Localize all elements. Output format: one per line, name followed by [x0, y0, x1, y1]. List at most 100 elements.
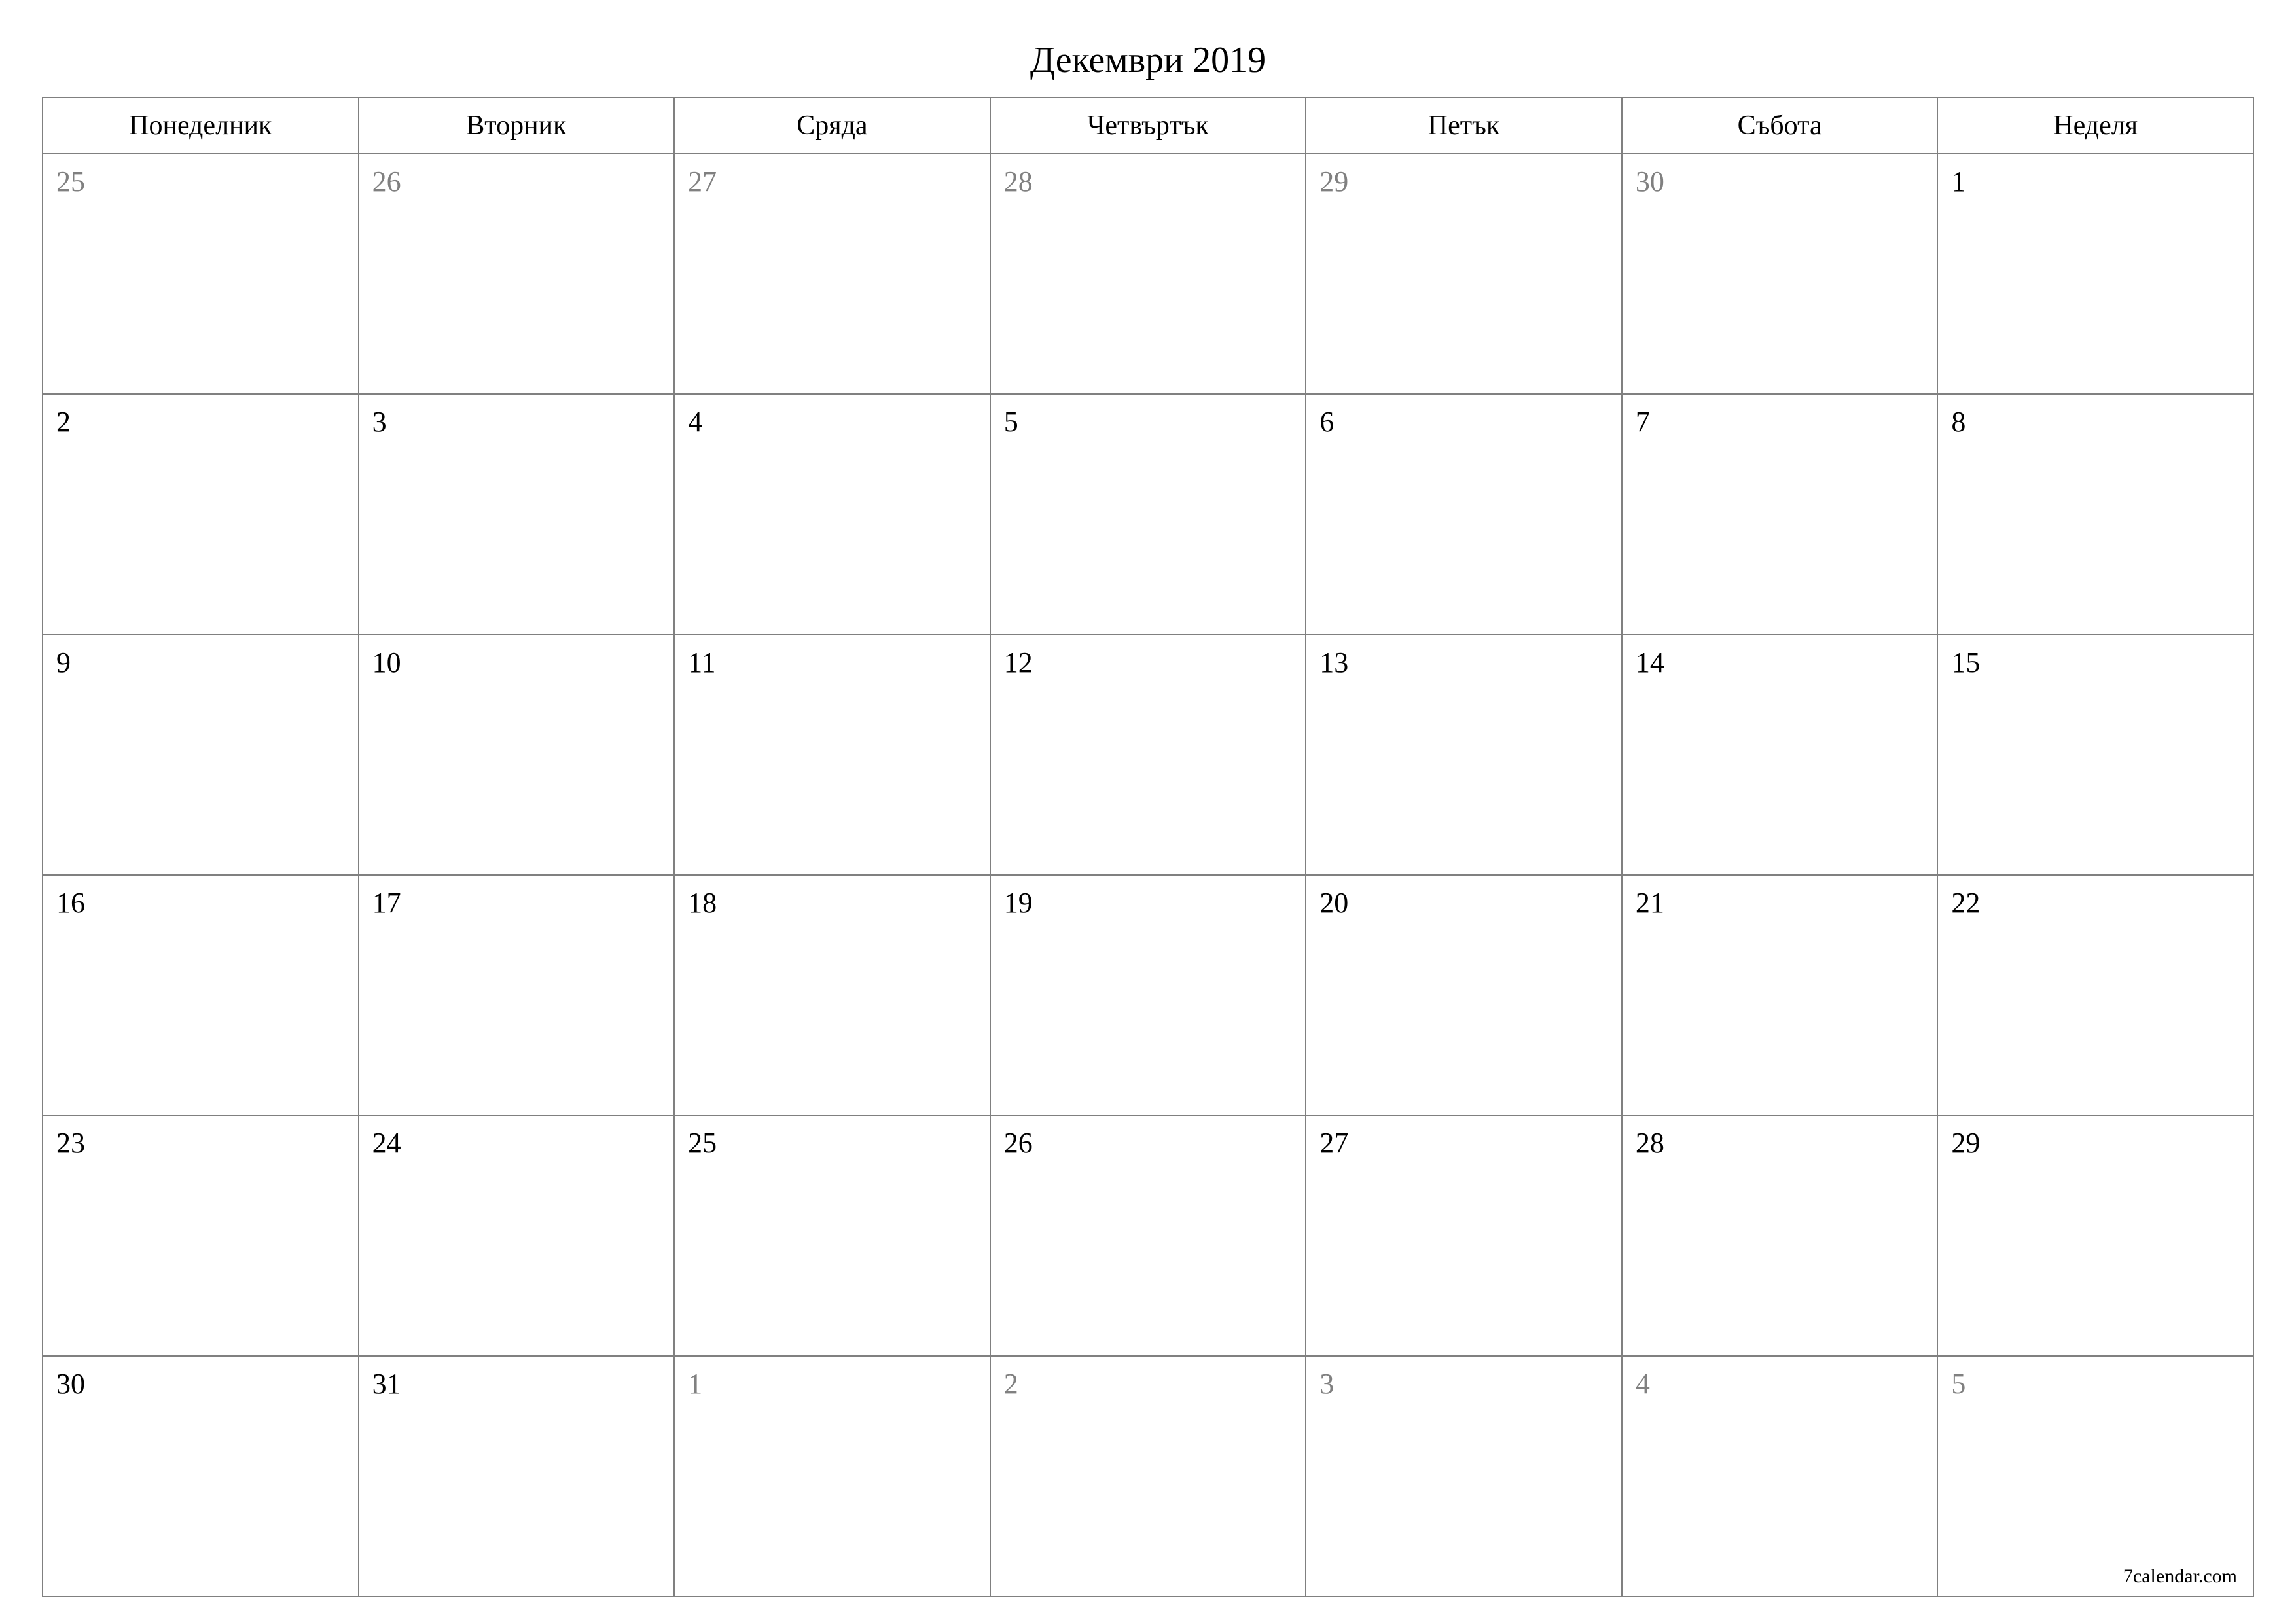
day-number: 9: [56, 647, 71, 679]
calendar-week-row: 2 3 4 5 6 7 8: [43, 394, 2253, 634]
day-number: 25: [688, 1127, 717, 1159]
weekday-header: Събота: [1622, 98, 1938, 154]
calendar-day-cell: 4: [674, 394, 990, 634]
day-number: 11: [688, 647, 715, 679]
calendar-day-cell: 29: [1306, 154, 1622, 394]
calendar-day-cell: 28: [1622, 1115, 1938, 1355]
day-number: 28: [1636, 1127, 1664, 1159]
day-number: 3: [1319, 1368, 1334, 1400]
day-number: 29: [1951, 1127, 1980, 1159]
day-number: 25: [56, 166, 85, 198]
day-number: 26: [1004, 1127, 1033, 1159]
calendar-day-cell: 13: [1306, 635, 1622, 875]
calendar-day-cell: 19: [990, 875, 1306, 1115]
calendar-week-row: 9 10 11 12 13 14 15: [43, 635, 2253, 875]
calendar-day-cell: 31: [359, 1356, 675, 1596]
calendar-day-cell: 16: [43, 875, 359, 1115]
day-number: 27: [688, 166, 717, 198]
weekday-header: Петък: [1306, 98, 1622, 154]
calendar-day-cell: 7: [1622, 394, 1938, 634]
calendar-day-cell: 30: [43, 1356, 359, 1596]
calendar-day-cell: 15: [1937, 635, 2253, 875]
day-number: 28: [1004, 166, 1033, 198]
calendar-day-cell: 29: [1937, 1115, 2253, 1355]
day-number: 6: [1319, 406, 1334, 438]
day-number: 1: [1951, 166, 1965, 198]
calendar-day-cell: 28: [990, 154, 1306, 394]
calendar-day-cell: 6: [1306, 394, 1622, 634]
calendar-day-cell: 1: [674, 1356, 990, 1596]
calendar-day-cell: 4: [1622, 1356, 1938, 1596]
day-number: 27: [1319, 1127, 1348, 1159]
calendar-week-row: 16 17 18 19 20 21 22: [43, 875, 2253, 1115]
day-number: 2: [1004, 1368, 1018, 1400]
calendar-day-cell: 17: [359, 875, 675, 1115]
calendar-day-cell: 8: [1937, 394, 2253, 634]
calendar-day-cell: 30: [1622, 154, 1938, 394]
calendar-day-cell: 18: [674, 875, 990, 1115]
calendar-day-cell: 12: [990, 635, 1306, 875]
day-number: 26: [372, 166, 401, 198]
calendar-day-cell: 11: [674, 635, 990, 875]
calendar-day-cell: 24: [359, 1115, 675, 1355]
day-number: 30: [56, 1368, 85, 1400]
day-number: 22: [1951, 887, 1980, 919]
calendar-day-cell: 14: [1622, 635, 1938, 875]
day-number: 24: [372, 1127, 401, 1159]
day-number: 7: [1636, 406, 1650, 438]
day-number: 1: [688, 1368, 702, 1400]
calendar-day-cell: 21: [1622, 875, 1938, 1115]
calendar-day-cell: 25: [43, 154, 359, 394]
day-number: 4: [1636, 1368, 1650, 1400]
calendar-day-cell: 27: [674, 154, 990, 394]
calendar-week-row: 25 26 27 28 29 30 1: [43, 154, 2253, 394]
calendar-day-cell: 26: [359, 154, 675, 394]
day-number: 3: [372, 406, 387, 438]
weekday-header: Четвъртък: [990, 98, 1306, 154]
calendar-day-cell: 20: [1306, 875, 1622, 1115]
weekday-header: Неделя: [1937, 98, 2253, 154]
calendar-week-row: 30 31 1 2 3 4 5 7calendar.com: [43, 1356, 2253, 1596]
day-number: 5: [1951, 1368, 1965, 1400]
calendar-day-cell: 5 7calendar.com: [1937, 1356, 2253, 1596]
month-title: Декември 2019: [42, 39, 2254, 81]
source-footer: 7calendar.com: [2123, 1565, 2237, 1588]
day-number: 10: [372, 647, 401, 679]
calendar-body: 2526272829301234567891011121314151617181…: [43, 154, 2253, 1596]
day-number: 13: [1319, 647, 1348, 679]
calendar-grid: Понеделник Вторник Сряда Четвъртък Петък…: [42, 97, 2254, 1597]
weekday-header: Сряда: [674, 98, 990, 154]
day-number: 30: [1636, 166, 1664, 198]
day-number: 14: [1636, 647, 1664, 679]
calendar-day-cell: 5: [990, 394, 1306, 634]
day-number: 18: [688, 887, 717, 919]
calendar-day-cell: 27: [1306, 1115, 1622, 1355]
day-number: 16: [56, 887, 85, 919]
day-number: 17: [372, 887, 401, 919]
weekday-header-row: Понеделник Вторник Сряда Четвъртък Петък…: [43, 98, 2253, 154]
day-number: 2: [56, 406, 71, 438]
calendar-day-cell: 3: [1306, 1356, 1622, 1596]
day-number: 19: [1004, 887, 1033, 919]
day-number: 23: [56, 1127, 85, 1159]
calendar-day-cell: 25: [674, 1115, 990, 1355]
day-number: 4: [688, 406, 702, 438]
calendar-day-cell: 2: [990, 1356, 1306, 1596]
day-number: 12: [1004, 647, 1033, 679]
calendar-day-cell: 3: [359, 394, 675, 634]
calendar-day-cell: 26: [990, 1115, 1306, 1355]
day-number: 5: [1004, 406, 1018, 438]
day-number: 15: [1951, 647, 1980, 679]
calendar-day-cell: 10: [359, 635, 675, 875]
weekday-header: Вторник: [359, 98, 675, 154]
day-number: 20: [1319, 887, 1348, 919]
calendar-week-row: 23 24 25 26 27 28 29: [43, 1115, 2253, 1355]
day-number: 21: [1636, 887, 1664, 919]
calendar-day-cell: 2: [43, 394, 359, 634]
calendar-day-cell: 22: [1937, 875, 2253, 1115]
weekday-header: Понеделник: [43, 98, 359, 154]
calendar-day-cell: 9: [43, 635, 359, 875]
calendar-page: Декември 2019 Понеделник Вторник Сряда Ч…: [0, 0, 2296, 1623]
day-number: 31: [372, 1368, 401, 1400]
calendar-day-cell: 23: [43, 1115, 359, 1355]
